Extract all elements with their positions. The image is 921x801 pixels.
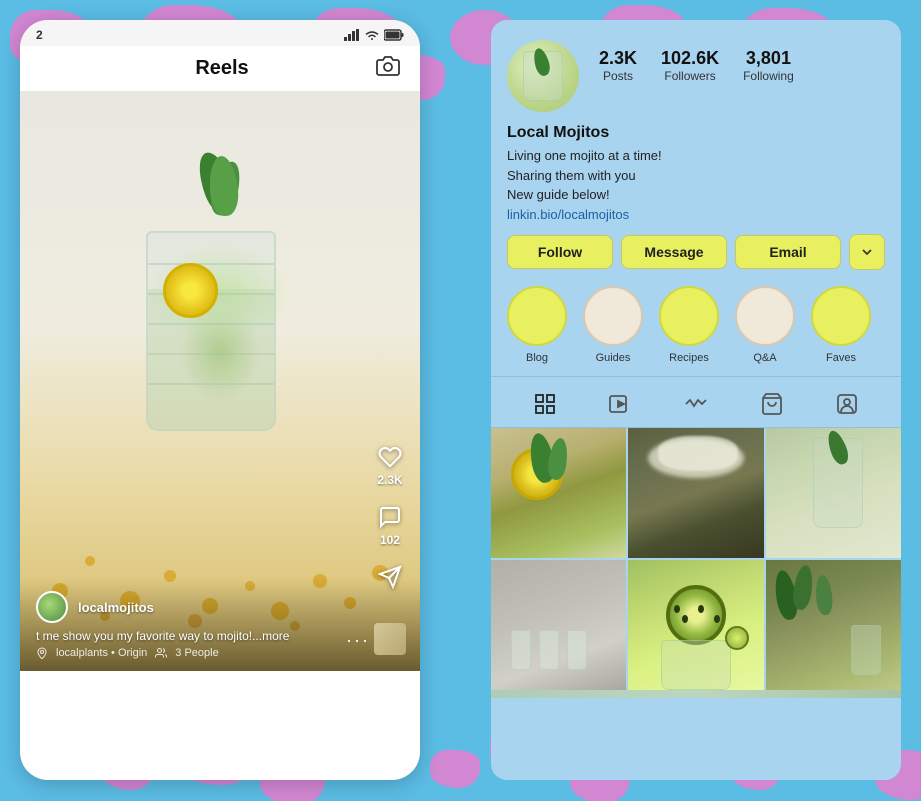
people-icon <box>155 647 167 659</box>
profile-actions: Follow Message Email <box>491 222 901 270</box>
reel-username: localmojitos <box>78 600 154 615</box>
highlight-label-faves: Faves <box>826 352 856 364</box>
highlight-circle-blog <box>507 286 567 346</box>
comment-action[interactable]: 102 <box>376 503 404 547</box>
followers-label: Followers <box>664 69 715 83</box>
highlight-circle-faves <box>811 286 871 346</box>
wifi-icon <box>364 29 380 41</box>
following-stat: 3,801 Following <box>743 48 794 83</box>
following-count: 3,801 <box>746 48 791 69</box>
grid-photo-2[interactable] <box>628 428 763 558</box>
highlight-qa[interactable]: Q&A <box>735 286 795 364</box>
comment-icon <box>376 503 404 531</box>
posts-label: Posts <box>603 69 633 83</box>
location-icon <box>36 647 48 659</box>
camera-icon <box>376 54 400 78</box>
music-thumbnail <box>374 623 406 655</box>
bio-line-2: Sharing them with you <box>507 166 885 186</box>
video-icon <box>608 392 632 416</box>
follow-button[interactable]: Follow <box>507 235 613 269</box>
content-tab-bar <box>491 376 901 428</box>
highlight-circle-qa <box>735 286 795 346</box>
reel-tag-people: 3 People <box>175 647 218 659</box>
status-bar: 2 <box>20 20 420 46</box>
grid-photo-6[interactable] <box>766 560 901 690</box>
reel-user-row: localmojitos <box>36 591 404 623</box>
profile-stats: 2.3K Posts 102.6K Followers 3,801 Follow… <box>599 40 885 83</box>
profile-panel: 2.3K Posts 102.6K Followers 3,801 Follow… <box>491 20 901 780</box>
camera-button[interactable] <box>376 54 400 83</box>
highlight-circle-recipes <box>659 286 719 346</box>
followers-stat: 102.6K Followers <box>661 48 719 83</box>
bag-icon <box>760 392 784 416</box>
highlight-label-guides: Guides <box>596 352 631 364</box>
highlight-label-blog: Blog <box>526 352 548 364</box>
grid-photo-5[interactable] <box>628 560 763 690</box>
more-options[interactable]: ··· <box>346 630 370 651</box>
photo-grid <box>491 428 901 690</box>
tab-reels[interactable] <box>681 389 711 419</box>
tab-shop[interactable] <box>757 389 787 419</box>
reels-header: Reels <box>20 46 420 91</box>
highlight-guides[interactable]: Guides <box>583 286 643 364</box>
grid-photo-1[interactable] <box>491 428 626 558</box>
message-button[interactable]: Message <box>621 235 727 269</box>
heart-icon <box>376 443 404 471</box>
profile-link[interactable]: linkin.bio/localmojitos <box>507 207 885 222</box>
reel-tag-location: localplants • Origin <box>56 647 147 659</box>
signal-bars-icon <box>344 29 360 41</box>
like-action[interactable]: 2.3K <box>376 443 404 487</box>
chart-icon <box>684 392 708 416</box>
grid-icon <box>533 392 557 416</box>
status-icons <box>344 29 404 41</box>
highlight-circle-guides <box>583 286 643 346</box>
profile-header-section: 2.3K Posts 102.6K Followers 3,801 Follow… <box>491 20 901 112</box>
dropdown-button[interactable] <box>849 234 885 270</box>
tab-tagged[interactable] <box>832 389 862 419</box>
profile-bio-section: Local Mojitos Living one mojito at a tim… <box>491 112 901 222</box>
reels-title: Reels <box>195 57 248 80</box>
grid-photo-3[interactable] <box>766 428 901 558</box>
story-highlights: Blog Guides Recipes Q&A Faves <box>491 270 901 364</box>
carrier-number: 2 <box>36 28 43 42</box>
reel-info: localmojitos t me show you my favorite w… <box>20 579 420 671</box>
battery-icon <box>384 29 404 41</box>
reel-avatar <box>36 591 68 623</box>
like-count: 2.3K <box>377 473 402 487</box>
tab-video[interactable] <box>605 389 635 419</box>
posts-count: 2.3K <box>599 48 637 69</box>
bio-line-1: Living one mojito at a time! <box>507 146 885 166</box>
highlight-label-recipes: Recipes <box>669 352 709 364</box>
comment-count: 102 <box>380 533 400 547</box>
profile-name: Local Mojitos <box>507 124 885 142</box>
reel-image: 2.3K 102 <box>20 91 420 671</box>
highlight-recipes[interactable]: Recipes <box>659 286 719 364</box>
email-button[interactable]: Email <box>735 235 841 269</box>
highlight-label-qa: Q&A <box>753 352 776 364</box>
bio-line-3: New guide below! <box>507 185 885 205</box>
following-label: Following <box>743 69 794 83</box>
grid-overflow-hint <box>491 690 901 698</box>
reel-actions: 2.3K 102 <box>376 443 404 591</box>
chevron-down-icon <box>859 244 875 260</box>
person-tag-icon <box>835 392 859 416</box>
highlight-blog[interactable]: Blog <box>507 286 567 364</box>
highlight-faves[interactable]: Faves <box>811 286 871 364</box>
grid-photo-4[interactable] <box>491 560 626 690</box>
tab-grid[interactable] <box>530 389 560 419</box>
phone-panel: 2 Reels <box>20 20 420 780</box>
profile-avatar <box>507 40 579 112</box>
posts-stat: 2.3K Posts <box>599 48 637 83</box>
followers-count: 102.6K <box>661 48 719 69</box>
